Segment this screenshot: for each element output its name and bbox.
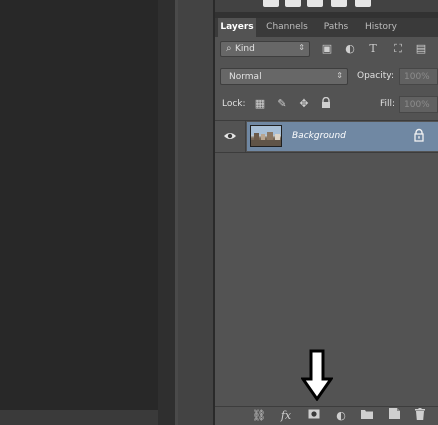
layers-bottom-bar: ⛓ fx ◐ bbox=[215, 406, 438, 425]
swatch-icon-2[interactable] bbox=[285, 0, 301, 7]
smart-object-filter-icon[interactable]: ▤ bbox=[414, 42, 428, 56]
new-layer-icon[interactable] bbox=[386, 408, 402, 424]
adjustment-layer-icon[interactable]: ◐ bbox=[333, 408, 349, 424]
blend-mode-dropdown[interactable]: Normal ⇕ bbox=[220, 68, 348, 85]
tab-channels[interactable]: Channels bbox=[261, 18, 313, 37]
layer-thumbnail[interactable] bbox=[250, 125, 282, 147]
opacity-label: Opacity: bbox=[357, 71, 394, 81]
annotation-arrow-down-icon bbox=[301, 349, 333, 401]
panel-tabs: Layers Channels Paths History bbox=[215, 18, 438, 37]
type-filter-icon[interactable]: T bbox=[366, 42, 380, 56]
opacity-field[interactable]: 100% bbox=[399, 68, 438, 85]
add-mask-icon[interactable] bbox=[306, 408, 322, 424]
layer-name[interactable]: Background bbox=[292, 131, 346, 141]
panel-dock-strip bbox=[178, 0, 214, 425]
image-filter-icon[interactable]: ▣ bbox=[320, 42, 334, 56]
lock-label: Lock: bbox=[222, 99, 246, 109]
canvas-scrollbar[interactable] bbox=[0, 410, 158, 425]
new-group-icon[interactable] bbox=[359, 408, 375, 424]
canvas-edge bbox=[158, 0, 175, 425]
filter-row: ⌕ Kind ⇕ ▣ ◐ T ⛶ ▤ bbox=[215, 40, 438, 60]
eye-icon[interactable] bbox=[223, 129, 237, 143]
layer-lock-icon bbox=[414, 128, 424, 142]
swatch-icon-1[interactable] bbox=[263, 0, 279, 7]
lock-all-icon[interactable] bbox=[319, 96, 333, 111]
delete-layer-icon[interactable] bbox=[412, 408, 428, 424]
fx-icon[interactable]: fx bbox=[278, 408, 294, 424]
panel-top-icons bbox=[215, 0, 438, 18]
swatch-icon-3[interactable] bbox=[307, 0, 323, 7]
shape-filter-icon[interactable]: ⛶ bbox=[391, 42, 405, 56]
blend-mode-value: Normal bbox=[229, 72, 262, 82]
swatch-icon-5[interactable] bbox=[355, 0, 371, 7]
adjustment-filter-icon[interactable]: ◐ bbox=[343, 42, 357, 56]
tab-paths[interactable]: Paths bbox=[316, 18, 356, 37]
lock-transparent-pixels-icon[interactable]: ▦ bbox=[253, 97, 267, 111]
search-icon: ⌕ bbox=[226, 43, 232, 54]
kind-label: Kind bbox=[235, 44, 255, 54]
stepper-arrows-icon: ⇕ bbox=[336, 71, 343, 80]
kind-filter-dropdown[interactable]: ⌕ Kind ⇕ bbox=[220, 41, 310, 57]
fill-label: Fill: bbox=[380, 99, 396, 109]
link-layers-icon[interactable]: ⛓ bbox=[251, 408, 267, 424]
canvas-area bbox=[0, 0, 158, 410]
layer-row-border bbox=[215, 152, 438, 153]
layer-row[interactable]: Background bbox=[215, 121, 438, 152]
lock-row: Lock: ▦ ✎ ✥ Fill: 100% bbox=[215, 95, 438, 115]
visibility-cell[interactable] bbox=[215, 121, 246, 152]
swatch-icon-4[interactable] bbox=[331, 0, 347, 7]
stepper-arrows-icon: ⇕ bbox=[298, 43, 305, 52]
lock-position-icon[interactable]: ✥ bbox=[297, 97, 311, 111]
tab-layers[interactable]: Layers bbox=[218, 18, 256, 37]
tab-history[interactable]: History bbox=[358, 18, 404, 37]
fill-field[interactable]: 100% bbox=[399, 96, 438, 113]
blend-row: Normal ⇕ Opacity: 100% bbox=[215, 67, 438, 87]
lock-image-pixels-icon[interactable]: ✎ bbox=[275, 97, 289, 111]
